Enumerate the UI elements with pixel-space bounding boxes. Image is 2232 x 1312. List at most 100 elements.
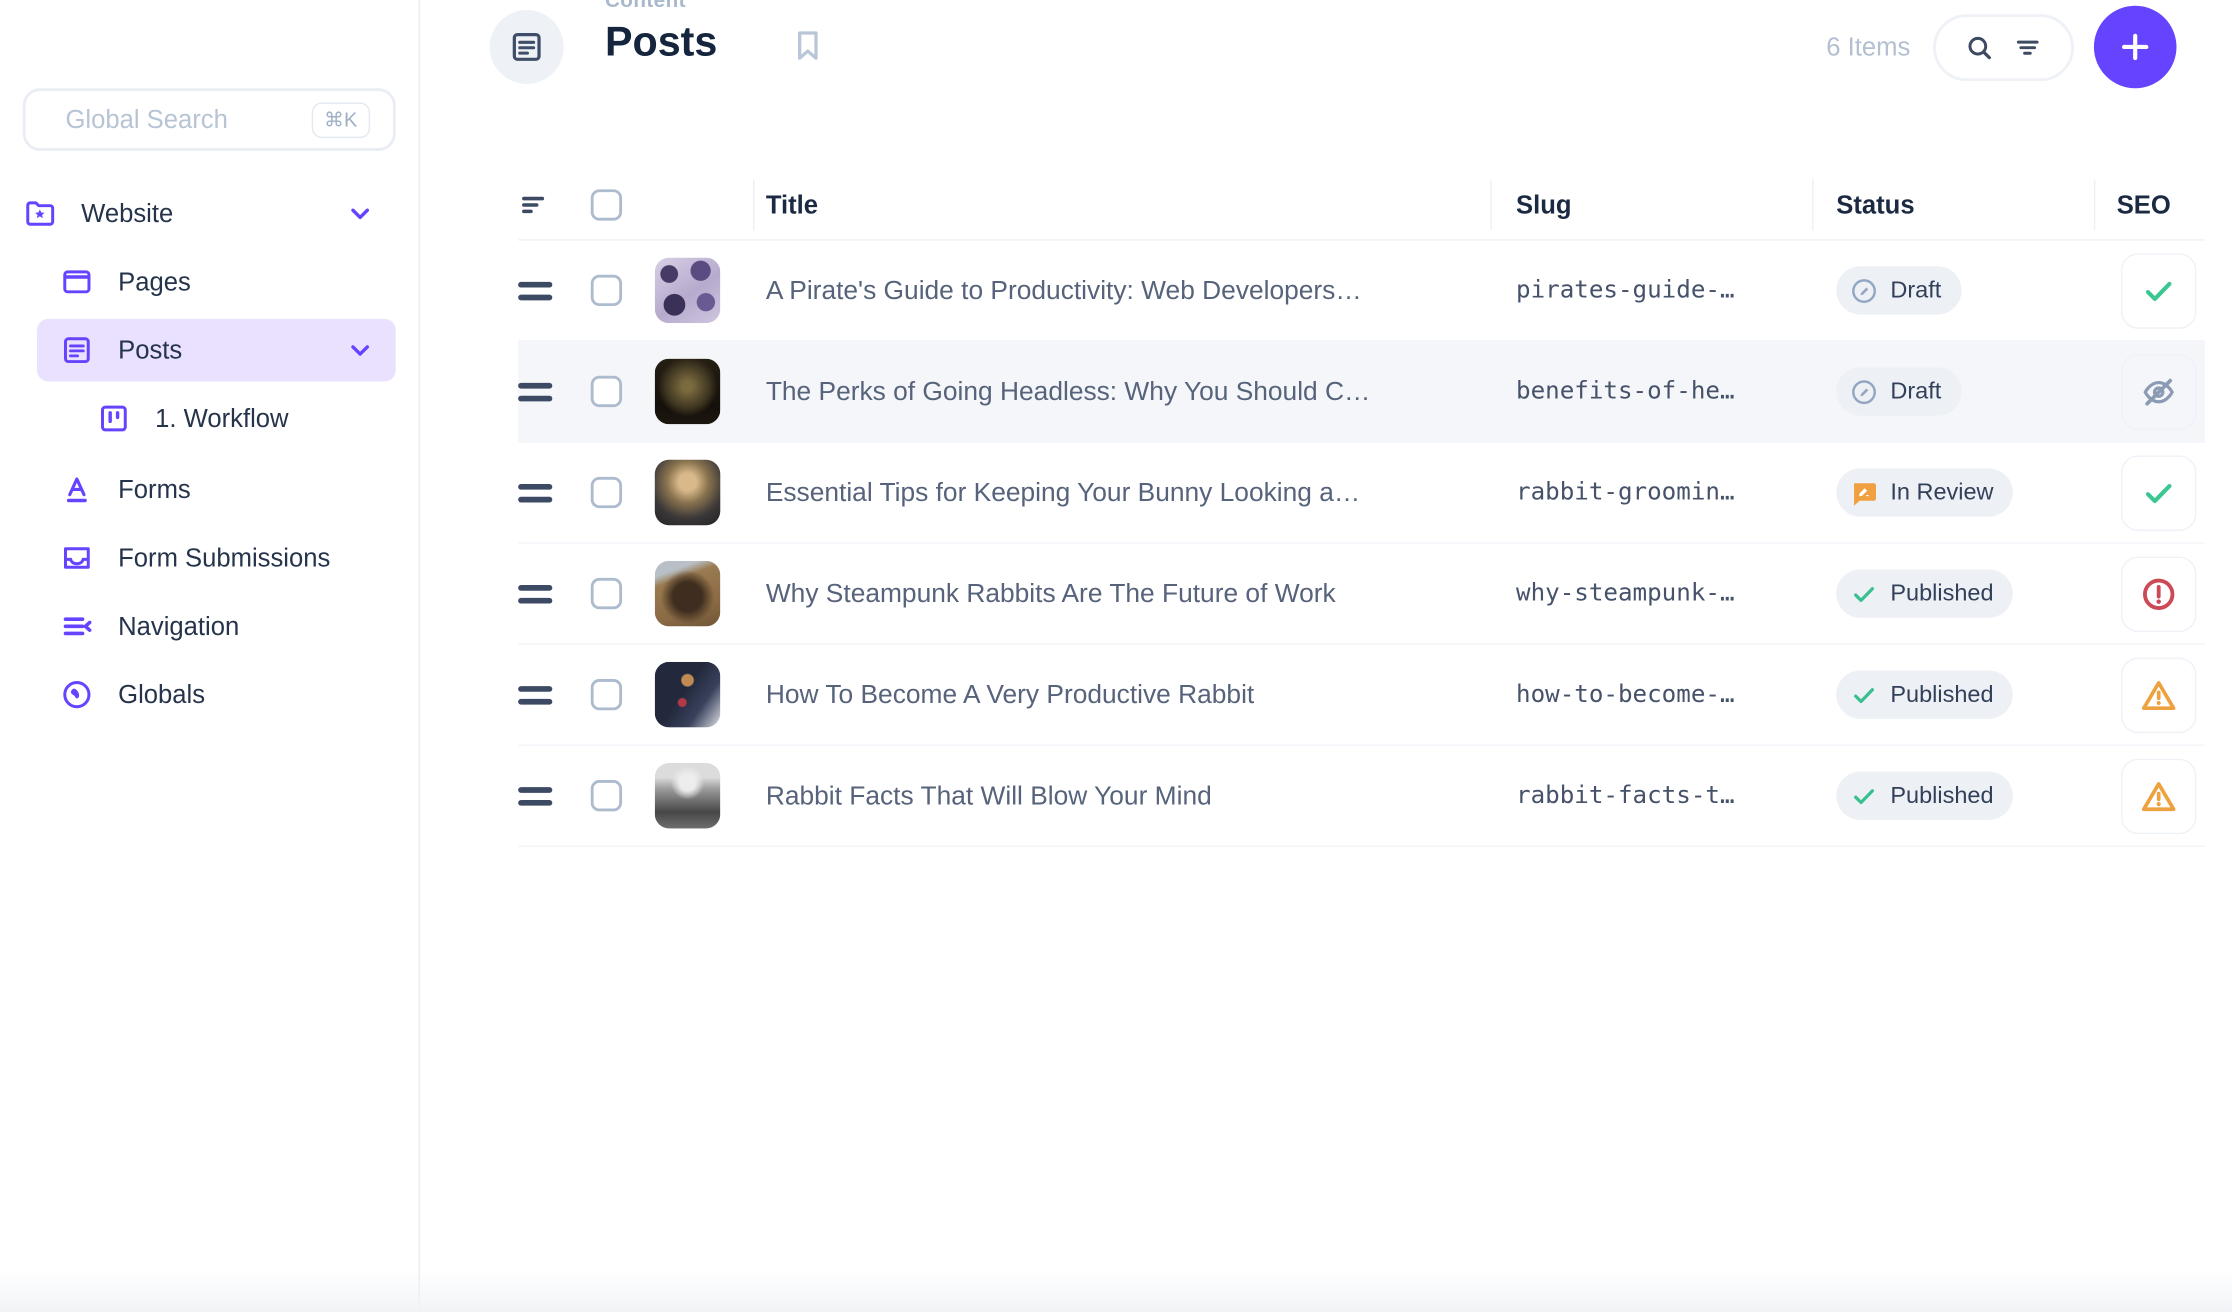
post-title: Essential Tips for Keeping Your Bunny Lo… bbox=[766, 477, 1491, 508]
global-search-placeholder: Global Search bbox=[65, 105, 311, 135]
post-thumbnail bbox=[655, 359, 720, 424]
sidebar-item-posts[interactable]: Posts bbox=[37, 319, 396, 382]
rate-review-icon bbox=[1849, 478, 1879, 508]
seo-indicator bbox=[2121, 354, 2196, 429]
sidebar-item-1-workflow[interactable]: 1. Workflow bbox=[37, 387, 396, 450]
kanban-icon bbox=[97, 401, 131, 435]
column-header-seo[interactable]: SEO bbox=[2094, 179, 2205, 230]
status-label: Published bbox=[1890, 580, 1993, 607]
status-label: Published bbox=[1890, 681, 1993, 708]
post-title: The Perks of Going Headless: Why You Sho… bbox=[766, 376, 1491, 407]
sidebar-item-forms[interactable]: Forms bbox=[37, 458, 396, 521]
sidebar-item-label: Posts bbox=[118, 335, 182, 365]
row-checkbox[interactable] bbox=[591, 780, 622, 811]
sidebar-item-label: Website bbox=[81, 199, 173, 229]
add-item-button[interactable] bbox=[2094, 6, 2177, 89]
check-icon bbox=[2139, 473, 2177, 511]
table-row[interactable]: Why Steampunk Rabbits Are The Future of … bbox=[518, 544, 2205, 645]
post-thumbnail bbox=[655, 460, 720, 525]
edit-circle-icon bbox=[1849, 377, 1879, 407]
sidebar-item-label: Form Submissions bbox=[118, 543, 330, 573]
post-slug: pirates-guide-… bbox=[1490, 276, 1812, 304]
table-row[interactable]: The Perks of Going Headless: Why You Sho… bbox=[518, 342, 2205, 443]
drag-handle[interactable] bbox=[518, 786, 552, 805]
table-header-row: Title Slug Status SEO bbox=[518, 171, 2205, 241]
chevron-down-icon[interactable] bbox=[344, 198, 375, 229]
collection-icon-button[interactable] bbox=[490, 10, 564, 84]
select-all-checkbox[interactable] bbox=[591, 189, 622, 220]
column-header-slug[interactable]: Slug bbox=[1490, 179, 1812, 230]
column-header-title[interactable]: Title bbox=[766, 179, 1491, 230]
warning-triangle-icon bbox=[2139, 675, 2177, 713]
app-root: Directus Global Search ⌘K Website Pages … bbox=[0, 0, 2232, 1312]
project-brand[interactable]: Directus bbox=[14, 0, 208, 3]
post-slug: how-to-become-… bbox=[1490, 680, 1812, 708]
column-header-status[interactable]: Status bbox=[1812, 179, 2094, 230]
bookmark-icon[interactable] bbox=[790, 26, 826, 64]
sidebar-item-globals[interactable]: Globals bbox=[37, 663, 396, 726]
drag-handle[interactable] bbox=[518, 584, 552, 603]
row-checkbox[interactable] bbox=[591, 376, 622, 407]
table-row[interactable]: How To Become A Very Productive Rabbit h… bbox=[518, 645, 2205, 746]
chevron-down-icon[interactable] bbox=[344, 335, 375, 366]
sidebar-item-label: Forms bbox=[118, 475, 191, 505]
filter-icon[interactable] bbox=[2013, 32, 2043, 62]
search-icon[interactable] bbox=[1964, 32, 1994, 62]
sidebar-item-label: Navigation bbox=[118, 611, 239, 641]
sidebar-item-pages[interactable]: Pages bbox=[37, 251, 396, 314]
sidebar: Directus Global Search ⌘K Website Pages … bbox=[0, 0, 420, 1312]
globe-icon bbox=[60, 678, 94, 712]
row-checkbox[interactable] bbox=[591, 578, 622, 609]
keyboard-shortcut-badge: ⌘K bbox=[311, 102, 370, 138]
table-row[interactable]: A Pirate's Guide to Productivity: Web De… bbox=[518, 241, 2205, 342]
collection-nav: Website Pages Posts 1. Workflow Forms Fo… bbox=[0, 182, 418, 731]
eye-off-icon bbox=[2139, 372, 2177, 410]
status-badge: Draft bbox=[1836, 266, 1961, 314]
sidebar-item-website[interactable]: Website bbox=[23, 182, 396, 245]
seo-indicator bbox=[2121, 758, 2196, 833]
post-thumbnail bbox=[655, 258, 720, 323]
row-checkbox[interactable] bbox=[591, 679, 622, 710]
status-label: Draft bbox=[1890, 378, 1941, 405]
post-slug: why-steampunk-… bbox=[1490, 579, 1812, 607]
breadcrumb: Content bbox=[605, 0, 717, 14]
status-badge: Draft bbox=[1836, 367, 1961, 415]
drag-handle[interactable] bbox=[518, 483, 552, 502]
sidebar-item-navigation[interactable]: Navigation bbox=[37, 595, 396, 658]
row-checkbox[interactable] bbox=[591, 275, 622, 306]
article-icon bbox=[508, 28, 545, 65]
post-slug: rabbit-facts-t… bbox=[1490, 781, 1812, 809]
plus-icon bbox=[2117, 28, 2154, 65]
status-label: In Review bbox=[1890, 479, 1993, 506]
directus-logo-icon bbox=[14, 0, 68, 3]
post-thumbnail bbox=[655, 763, 720, 828]
row-checkbox[interactable] bbox=[591, 477, 622, 508]
status-badge: Published bbox=[1836, 772, 2013, 820]
sidebar-item-label: Globals bbox=[118, 680, 205, 710]
check-icon bbox=[1849, 781, 1879, 811]
seo-indicator bbox=[2121, 455, 2196, 530]
table-row[interactable]: Essential Tips for Keeping Your Bunny Lo… bbox=[518, 443, 2205, 544]
article-icon bbox=[60, 333, 94, 367]
post-title: A Pirate's Guide to Productivity: Web De… bbox=[766, 275, 1491, 306]
warning-triangle-icon bbox=[2139, 777, 2177, 815]
check-icon bbox=[1849, 680, 1879, 710]
error-circle-icon bbox=[2139, 574, 2177, 612]
status-badge: In Review bbox=[1836, 468, 2013, 516]
window-icon bbox=[60, 265, 94, 299]
drag-handle[interactable] bbox=[518, 382, 552, 401]
post-slug: rabbit-groomin… bbox=[1490, 478, 1812, 506]
manual-sort-icon[interactable] bbox=[518, 188, 552, 222]
table-row[interactable]: Rabbit Facts That Will Blow Your Mind ra… bbox=[518, 746, 2205, 847]
global-search-input[interactable]: Global Search ⌘K bbox=[23, 88, 396, 151]
drag-handle[interactable] bbox=[518, 281, 552, 300]
drag-handle[interactable] bbox=[518, 685, 552, 704]
post-title: Rabbit Facts That Will Blow Your Mind bbox=[766, 780, 1491, 811]
folder-star-icon bbox=[23, 196, 57, 230]
post-title: Why Steampunk Rabbits Are The Future of … bbox=[766, 578, 1491, 609]
status-badge: Published bbox=[1836, 569, 2013, 617]
search-filter-pill bbox=[1933, 14, 2074, 81]
status-badge: Published bbox=[1836, 670, 2013, 718]
post-title: How To Become A Very Productive Rabbit bbox=[766, 679, 1491, 710]
sidebar-item-form-submissions[interactable]: Form Submissions bbox=[37, 527, 396, 590]
